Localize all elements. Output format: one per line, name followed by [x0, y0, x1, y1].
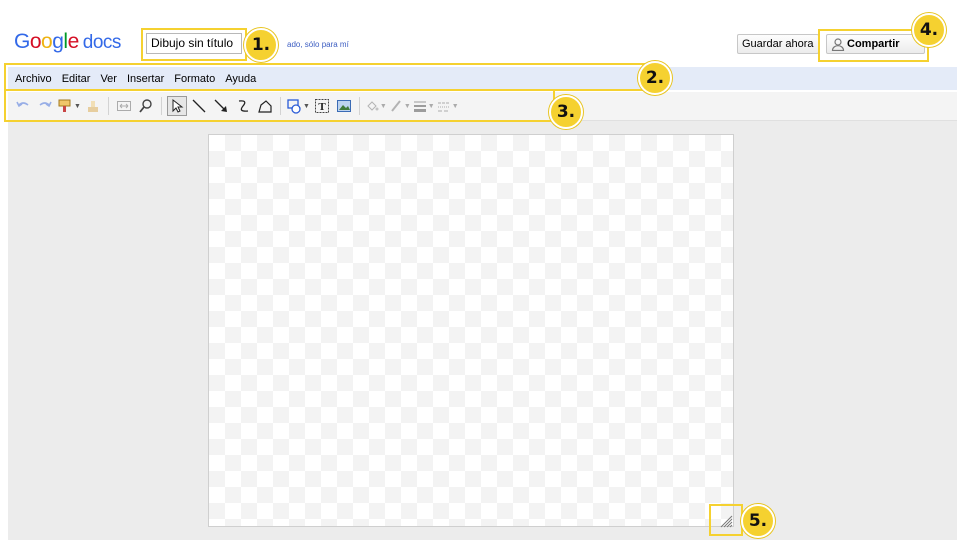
- logo-google: Google: [14, 30, 79, 53]
- callout-number-5: 5.: [741, 504, 775, 538]
- callout-box-3: [4, 89, 555, 122]
- google-docs-logo[interactable]: Google docs: [14, 30, 121, 54]
- drawing-canvas[interactable]: [208, 134, 734, 527]
- callout-number-2: 2.: [638, 61, 672, 95]
- save-now-button[interactable]: Guardar ahora: [737, 34, 819, 54]
- save-status-text: ado, sólo para mí: [287, 40, 349, 49]
- callout-number-4: 4.: [912, 13, 946, 47]
- callout-box-5: [709, 504, 743, 536]
- callout-number-3: 3.: [549, 95, 583, 129]
- callout-box-1: [141, 28, 247, 61]
- callout-box-2: [4, 63, 657, 91]
- logo-docs: docs: [82, 32, 122, 53]
- callout-number-1: 1.: [244, 28, 278, 62]
